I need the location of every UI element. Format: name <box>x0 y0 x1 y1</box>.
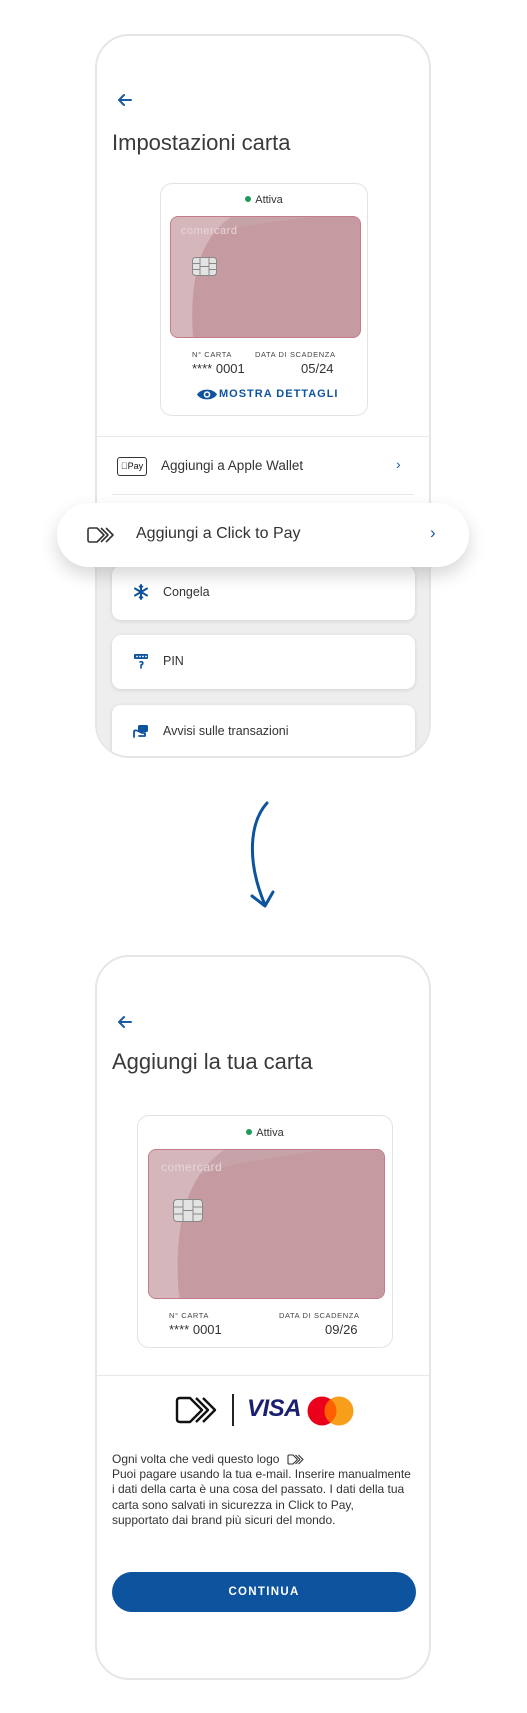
click-to-pay-logo-icon <box>175 1396 217 1424</box>
card-panel: Attiva comercard N° CARTA **** 0001 DATA… <box>137 1115 393 1348</box>
freeze-tile[interactable]: Congela <box>112 566 415 620</box>
active-dot-icon <box>246 1129 253 1136</box>
click-to-pay-icon <box>87 527 114 543</box>
click-to-pay-description: Ogni volta che vedi questo logo Puoi pag… <box>112 1452 411 1527</box>
transaction-alerts-label: Avvisi sulle transazioni <box>163 724 289 738</box>
expiry-label: DATA DI SCADENZA <box>279 1311 360 1320</box>
apple-wallet-row[interactable]: Pay Aggiungi a Apple Wallet › <box>97 449 429 491</box>
status-badge: Attiva <box>161 194 367 206</box>
visa-logo: VISA <box>247 1395 302 1422</box>
freeze-label: Congela <box>163 585 210 599</box>
card-brand-logo: comercard <box>161 1160 223 1174</box>
card-panel: Attiva comercard N° CARTA **** 0001 DATA… <box>160 183 368 416</box>
card-number: **** 0001 <box>192 361 245 376</box>
chip-icon <box>173 1199 203 1222</box>
transaction-alerts-tile[interactable]: Avvisi sulle transazioni <box>112 705 415 756</box>
divider <box>97 436 429 437</box>
status-badge: Attiva <box>138 1127 392 1139</box>
click-to-pay-inline-icon <box>287 1454 304 1465</box>
page-title: Aggiungi la tua carta <box>112 1049 313 1074</box>
chevron-right-icon: › <box>430 523 436 542</box>
apple-logo-icon:  <box>121 461 128 471</box>
show-details-label: MOSTRA DETTAGLI <box>219 388 339 400</box>
expiry-date: 05/24 <box>301 361 334 376</box>
expiry-label: DATA DI SCADENZA <box>255 350 336 359</box>
continue-button[interactable]: CONTINUA <box>112 1572 416 1612</box>
click-to-pay-row[interactable]: Aggiungi a Click to Pay › <box>57 503 469 567</box>
card-brand-logo: comercard <box>181 225 238 237</box>
snowflake-icon <box>134 584 148 600</box>
active-dot-icon <box>245 196 252 203</box>
card-settings-screen: Impostazioni carta Attiva comercard N° C… <box>95 34 431 758</box>
card-number-label: N° CARTA <box>192 350 233 359</box>
eye-icon <box>197 389 217 400</box>
apple-wallet-label: Aggiungi a Apple Wallet <box>161 458 304 473</box>
divider <box>112 494 414 495</box>
pin-tile[interactable]: PIN <box>112 635 415 689</box>
chevron-right-icon: › <box>396 456 401 472</box>
card-number-label: N° CARTA <box>169 1311 210 1320</box>
options-background: Congela PIN Avvisi sulle transazioni <box>97 534 429 756</box>
card-image: comercard <box>170 216 361 338</box>
pin-label: PIN <box>163 654 184 668</box>
divider <box>97 1375 429 1376</box>
chip-icon <box>192 257 217 276</box>
pin-icon <box>134 654 148 669</box>
back-arrow-icon[interactable] <box>115 1012 135 1032</box>
click-to-pay-label: Aggiungi a Click to Pay <box>136 525 301 542</box>
apple-pay-icon: Pay <box>117 457 147 476</box>
flow-arrow-icon <box>250 801 275 908</box>
expiry-date: 09/26 <box>325 1322 358 1337</box>
card-number: **** 0001 <box>169 1322 222 1337</box>
notification-icon <box>133 725 148 738</box>
back-arrow-icon[interactable] <box>115 90 135 110</box>
add-card-screen: Aggiungi la tua carta Attiva comercard N… <box>95 955 431 1680</box>
logo-divider <box>232 1394 234 1426</box>
page-title: Impostazioni carta <box>112 130 291 155</box>
card-image: comercard <box>148 1149 385 1299</box>
mastercard-logo-icon <box>307 1396 354 1426</box>
